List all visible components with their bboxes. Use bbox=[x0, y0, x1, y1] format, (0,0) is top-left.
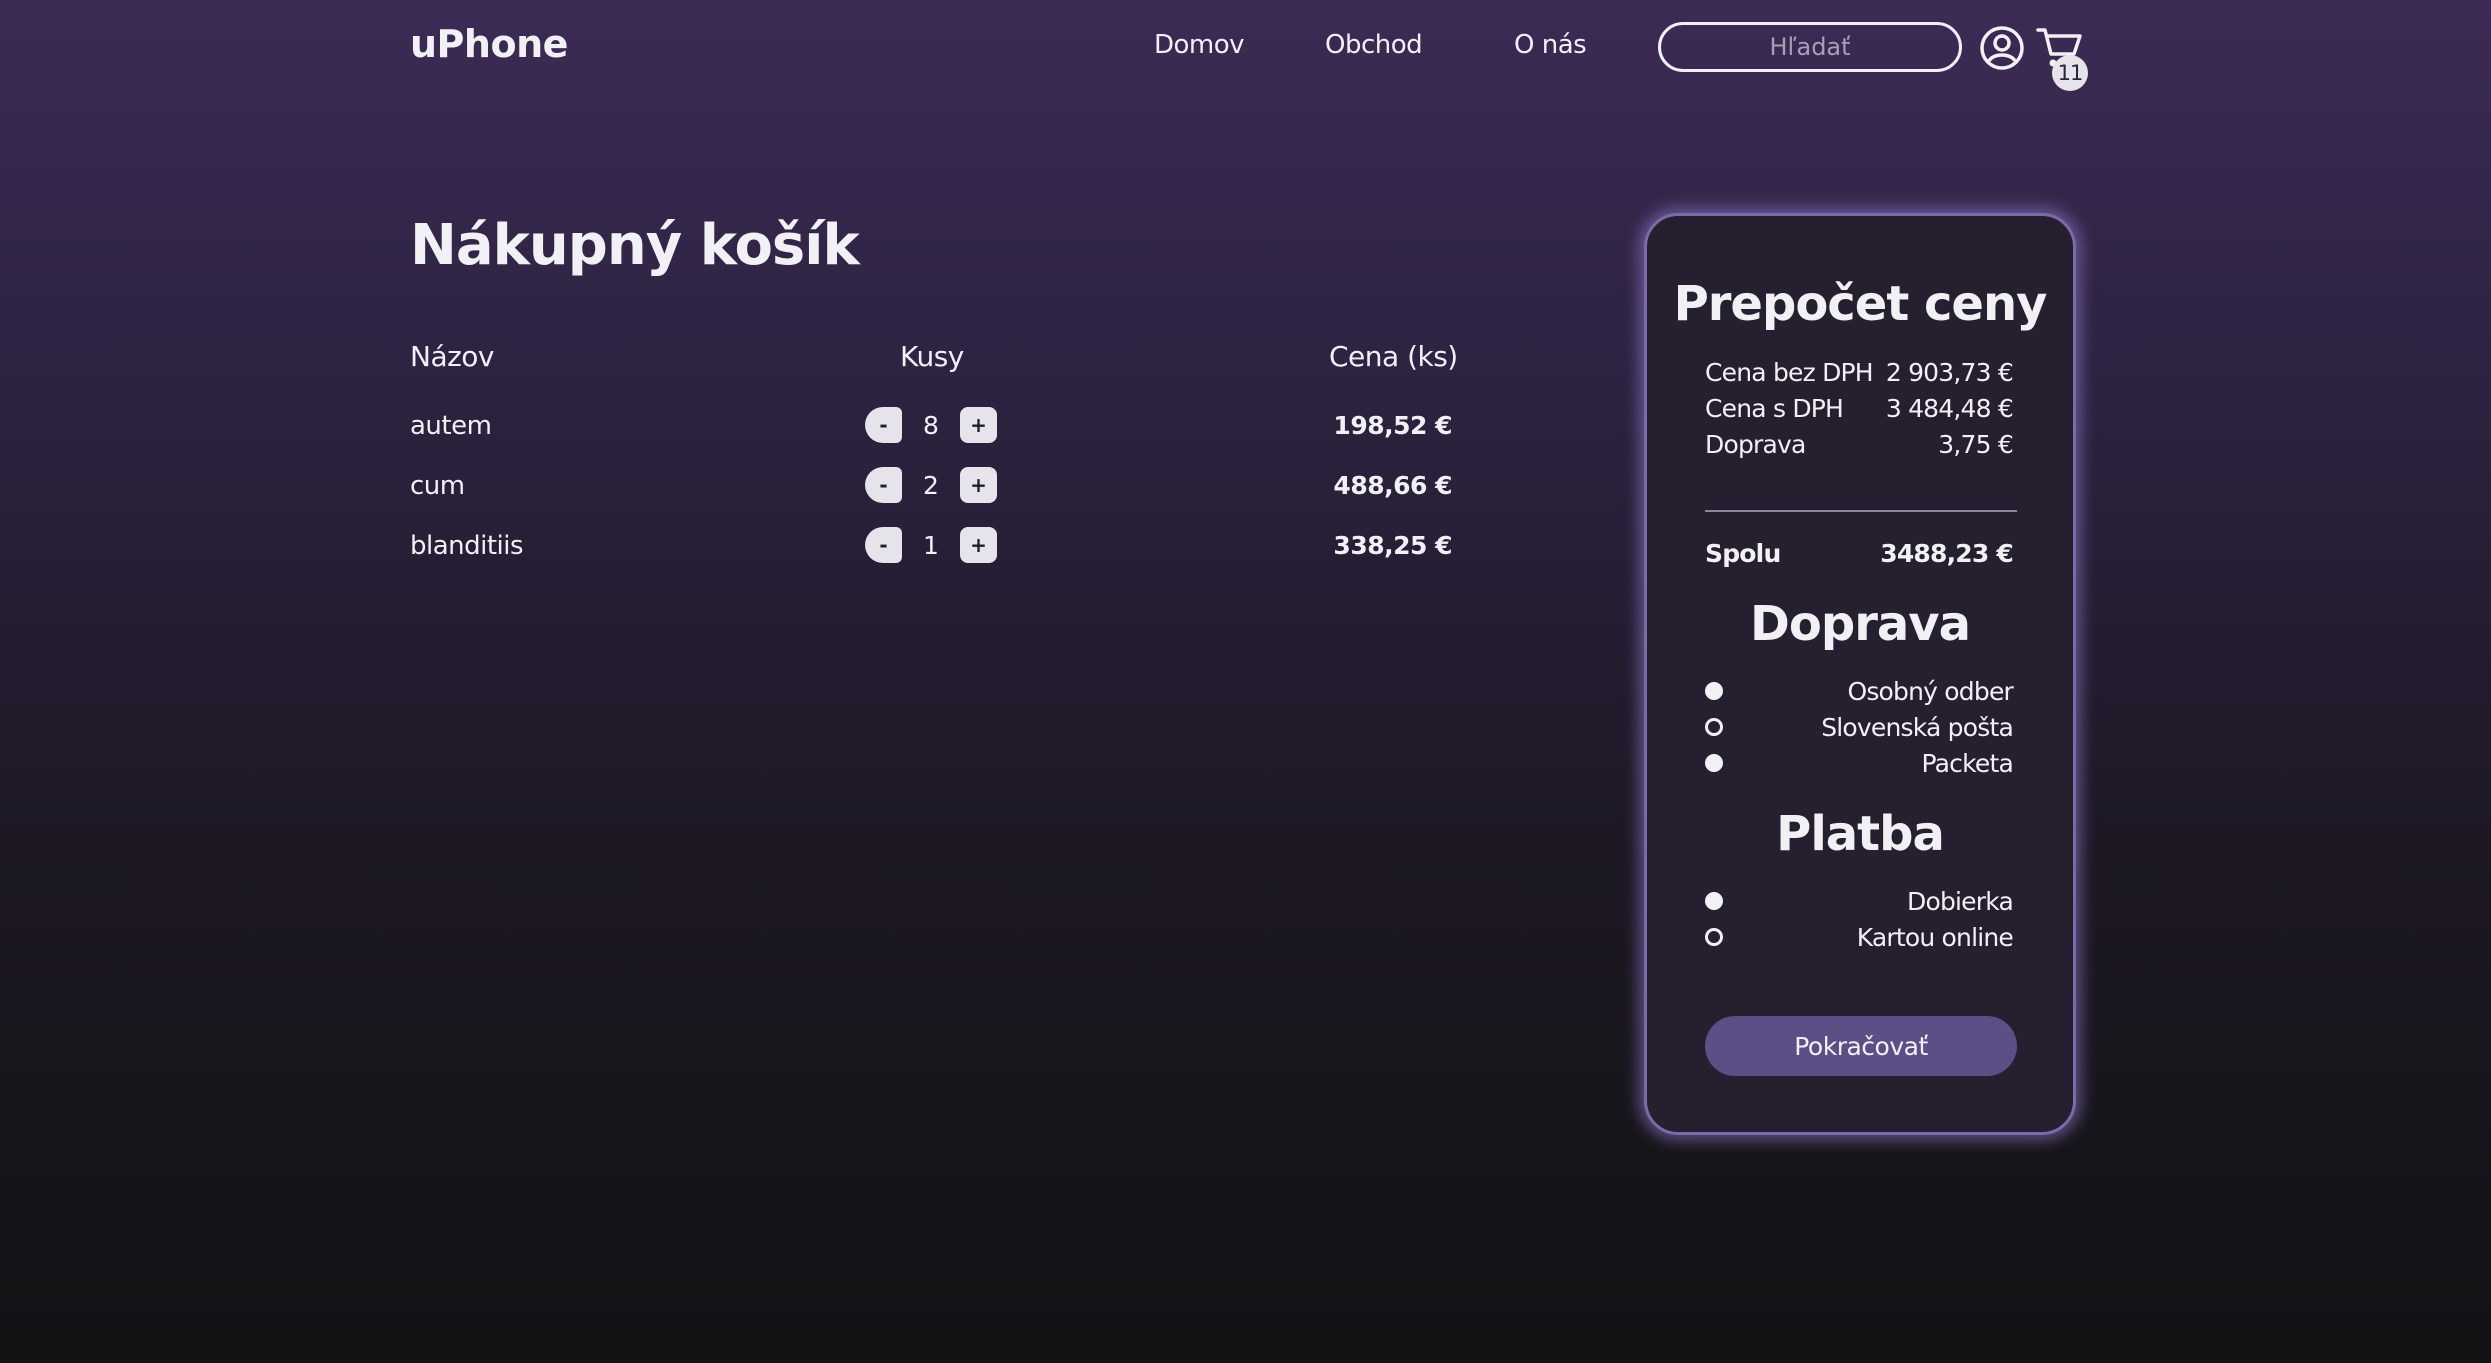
shipping-radio-personal[interactable] bbox=[1705, 682, 1723, 700]
item-name: blanditiis bbox=[410, 531, 524, 561]
increase-qty-button[interactable]: + bbox=[960, 467, 997, 503]
item-qty: 1 bbox=[923, 531, 939, 560]
nav-link-shop[interactable]: Obchod bbox=[1325, 30, 1423, 60]
price-without-vat-value: 2 903,73 € bbox=[1885, 358, 2014, 387]
item-name: cum bbox=[410, 471, 465, 501]
cart-row: cum - 2 + 488,66 € bbox=[410, 465, 1452, 505]
payment-radio-card[interactable] bbox=[1705, 928, 1723, 946]
payment-option-label[interactable]: Dobierka bbox=[1907, 887, 2014, 916]
price-with-vat-label: Cena s DPH bbox=[1705, 394, 1844, 423]
increase-qty-button[interactable]: + bbox=[960, 407, 997, 443]
shipping-option-label[interactable]: Packeta bbox=[1921, 749, 2013, 778]
summary-title: Prepočet ceny bbox=[1673, 276, 2048, 332]
payment-option-label[interactable]: Kartou online bbox=[1857, 923, 2014, 952]
continue-button[interactable]: Pokračovať bbox=[1705, 1016, 2017, 1076]
decrease-qty-button[interactable]: - bbox=[865, 407, 902, 443]
shipping-radio-packeta[interactable] bbox=[1705, 754, 1723, 772]
item-qty: 2 bbox=[923, 471, 939, 500]
shipping-cost-label: Doprava bbox=[1705, 430, 1806, 459]
item-name: autem bbox=[410, 411, 492, 441]
item-price: 338,25 € bbox=[1333, 531, 1452, 560]
shipping-radio-post[interactable] bbox=[1705, 718, 1723, 736]
nav-link-home[interactable]: Domov bbox=[1154, 30, 1245, 60]
decrease-qty-button[interactable]: - bbox=[865, 527, 902, 563]
item-price: 198,52 € bbox=[1333, 411, 1452, 440]
price-summary-panel: Prepočet ceny Cena bez DPH 2 903,73 € Ce… bbox=[1644, 213, 2076, 1135]
shipping-cost-value: 3,75 € bbox=[1938, 430, 2014, 459]
column-header-price: Cena (ks) bbox=[1329, 340, 1458, 373]
cart-count-badge: 11 bbox=[2052, 55, 2088, 91]
divider bbox=[1705, 510, 2017, 512]
payment-radio-cod[interactable] bbox=[1705, 892, 1723, 910]
payment-title: Platba bbox=[1776, 806, 1945, 862]
total-label: Spolu bbox=[1705, 539, 1781, 568]
shipping-option-label[interactable]: Slovenská pošta bbox=[1821, 713, 2014, 742]
price-without-vat-label: Cena bez DPH bbox=[1705, 358, 1874, 387]
item-price: 488,66 € bbox=[1333, 471, 1452, 500]
user-icon[interactable] bbox=[1978, 24, 2026, 72]
column-header-name: Názov bbox=[410, 340, 495, 373]
cart-row: autem - 8 + 198,52 € bbox=[410, 405, 1452, 445]
decrease-qty-button[interactable]: - bbox=[865, 467, 902, 503]
search-input[interactable] bbox=[1658, 22, 1962, 72]
page-title: Nákupný košík bbox=[410, 213, 860, 278]
logo[interactable]: uPhone bbox=[410, 22, 568, 66]
shipping-title: Doprava bbox=[1750, 596, 1971, 652]
increase-qty-button[interactable]: + bbox=[960, 527, 997, 563]
column-header-qty: Kusy bbox=[900, 340, 964, 373]
item-qty: 8 bbox=[923, 411, 939, 440]
total-value: 3488,23 € bbox=[1880, 539, 2014, 568]
cart-row: blanditiis - 1 + 338,25 € bbox=[410, 525, 1452, 565]
nav-link-about[interactable]: O nás bbox=[1514, 30, 1587, 60]
site-header: uPhone Domov Obchod O nás 11 bbox=[0, 0, 2491, 100]
price-with-vat-value: 3 484,48 € bbox=[1885, 394, 2014, 423]
shipping-option-label[interactable]: Osobný odber bbox=[1847, 677, 2013, 706]
